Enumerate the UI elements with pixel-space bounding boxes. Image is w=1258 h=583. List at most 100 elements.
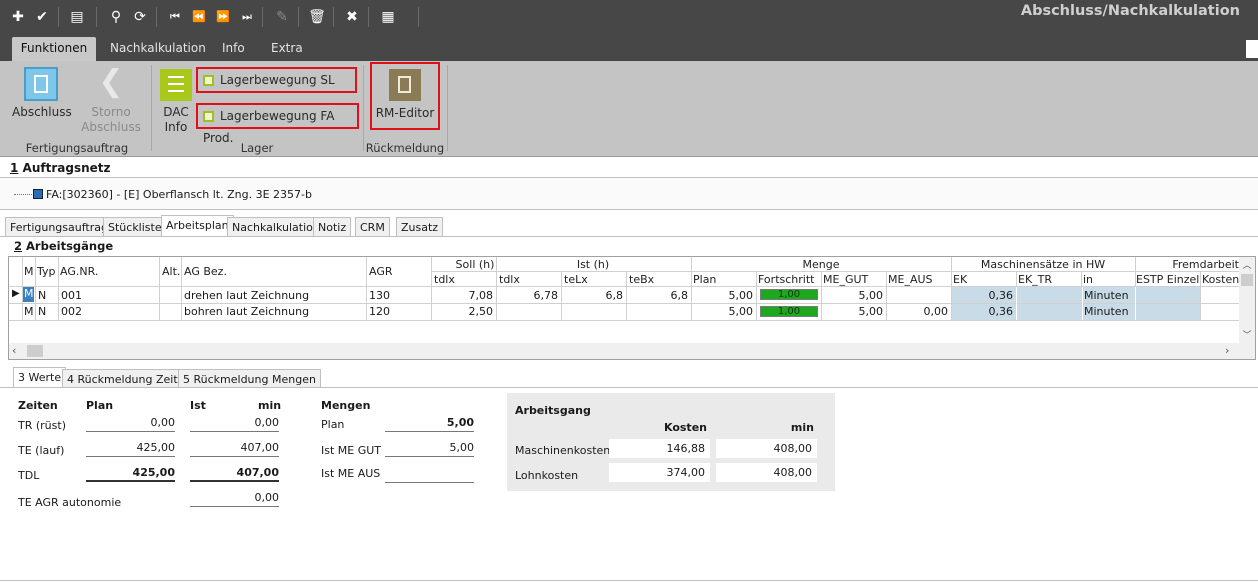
tab-info[interactable]: Info [222,41,245,55]
last-icon[interactable]: ⏭ [238,8,256,26]
cell-soll-tdlx[interactable]: 2,50 [431,305,494,318]
col-header-estp[interactable]: ESTP Einzel [1136,273,1199,286]
cell-agbez[interactable]: drehen laut Zeichnung [184,289,309,302]
divider [0,387,1258,388]
close-icon[interactable]: ✖ [343,8,361,26]
cell-ek[interactable]: 0,36 [951,305,1014,318]
col-header-typ[interactable]: Typ [37,265,56,278]
cell-me-gut[interactable]: 5,00 [821,289,884,302]
header-divider [431,271,1239,272]
cell-agr[interactable]: 120 [369,305,390,318]
scroll-down-icon[interactable]: ﹀ [1239,328,1255,341]
col-header-tebx[interactable]: teBx [629,273,654,286]
lagerbewegung-sl-button[interactable]: Lagerbewegung SL [196,67,357,93]
col-header-alt[interactable]: Alt. [162,265,180,278]
cell-ist-tdlx[interactable]: 6,78 [496,289,559,302]
tab-extra[interactable]: Extra [271,41,303,55]
cell-in[interactable]: Minuten [1084,289,1129,302]
cell-typ[interactable]: N [38,305,46,318]
cell-telx[interactable]: 6,8 [561,289,624,302]
tab-werte[interactable]: 3 Werte [13,367,67,388]
col-header-in[interactable]: in [1083,273,1093,286]
col-header-me-aus[interactable]: ME_AUS [888,273,933,286]
scroll-left-icon[interactable]: ‹ [12,344,16,357]
cell-typ[interactable]: N [38,289,46,302]
col-header-me-gut[interactable]: ME_GUT [823,273,868,286]
storno-label: Storno [91,105,131,119]
col-header-agr[interactable]: AGR [369,265,393,278]
col-header-m[interactable]: M [24,265,34,278]
tab-notiz[interactable]: Notiz [313,217,352,236]
tree-item-fa[interactable]: FA:[302360] - [E] Oberflansch lt. Zng. 3… [46,188,312,201]
rm-editor-button[interactable]: RM-Editor [370,62,440,130]
tab-fertigungsauftrag[interactable]: Fertigungsauftrag [5,217,113,236]
cell-plan[interactable]: 5,00 [691,289,754,302]
tab-nachkalkulation-mid[interactable]: Nachkalkulation [227,217,325,236]
ist-me-gut-label: Ist ME GUT [321,444,382,457]
ribbon-minimize[interactable] [1246,40,1258,58]
search-icon[interactable]: ⚲ [107,8,125,26]
tab-nachkalkulation[interactable]: Nachkalkulation [110,41,206,55]
cell-me-aus[interactable]: 0,00 [886,305,949,318]
cell-agnr[interactable]: 001 [61,289,82,302]
cell-ek[interactable]: 0,36 [951,289,1014,302]
scroll-up-icon[interactable]: ︿ [1239,258,1255,271]
table-row[interactable]: M N 002 bohren laut Zeichnung 120 2,50 5… [9,304,1239,320]
scroll-right-icon[interactable]: › [1225,344,1229,357]
cell-m[interactable]: M [23,287,34,302]
tab-arbeitsplan[interactable]: Arbeitsplan [161,215,234,236]
col-header-fortschritt[interactable]: Fortschritt [758,273,814,286]
scrollbar-thumb[interactable] [1241,274,1253,286]
lagerbewegung-fa-button[interactable]: Lagerbewegung FA Prod. [196,103,359,145]
tab-rueckmeldung-zeiten[interactable]: 4 Rückmeldung Zeiten [62,369,197,388]
col-header-ist-tdlx[interactable]: tdlx [499,273,520,286]
cell-agr[interactable]: 130 [369,289,390,302]
col-header-agbez[interactable]: AG Bez. [184,265,227,278]
edit-icon[interactable]: ✎ [273,8,291,26]
col-header-kosten[interactable]: Kosten [1202,273,1239,286]
grid-icon[interactable]: ▦ [379,8,397,26]
prev-icon[interactable]: ⏪ [190,8,208,26]
te-agr-label: TE AGR autonomie [18,496,122,509]
horizontal-scrollbar[interactable]: ‹ › [9,343,1255,359]
next-icon[interactable]: ⏩ [214,8,232,26]
tab-stueckliste[interactable]: Stückliste [103,217,167,236]
group-header-maschinensaetze: Maschinensätze in HW [980,258,1106,271]
cell-agnr[interactable]: 002 [61,305,82,318]
col-header-soll-tdlx[interactable]: tdlx [434,273,455,286]
fortschritt-progress-bar: 1,00 [760,306,818,317]
group-header-menge: Menge [802,258,840,271]
table-row[interactable]: ▶ M N 001 drehen laut Zeichnung 130 7,08… [9,287,1239,303]
cell-me-gut[interactable]: 5,00 [821,305,884,318]
col-header-ek[interactable]: EK [953,273,967,286]
check-icon[interactable]: ✔ [33,8,51,26]
col-header-ek-tr[interactable]: EK_TR [1018,273,1052,286]
cell-plan[interactable]: 5,00 [691,305,754,318]
add-icon[interactable]: ✚ [9,8,27,26]
scrollbar-thumb[interactable] [27,345,43,357]
print-icon[interactable]: ▤ [68,8,86,26]
cell-soll-tdlx[interactable]: 7,08 [431,289,494,302]
tab-crm[interactable]: CRM [355,217,390,236]
tab-funktionen[interactable]: Funktionen [12,37,96,62]
tab-zusatz[interactable]: Zusatz [396,217,444,236]
cell-m[interactable]: M [24,305,34,318]
tab-rueckmeldung-mengen[interactable]: 5 Rückmeldung Mengen [178,369,321,388]
cell-agbez[interactable]: bohren laut Zeichnung [184,305,309,318]
toolbar-separator [262,7,263,27]
cell-tebx[interactable]: 6,8 [626,289,689,302]
col-header-agnr[interactable]: AG.NR. [60,265,98,278]
group-header-ist: Ist (h) [576,258,610,271]
refresh-icon[interactable]: ⟳ [131,8,149,26]
delete-icon[interactable]: 🗑 [308,8,326,26]
title-bar: ✚ ✔ ▤ ⚲ ⟳ ⏮ ⏪ ⏩ ⏭ ✎ 🗑 ✖ ▦ Abschluss/Nach… [0,0,1258,36]
dac-info-button[interactable]: DAC Info [158,69,194,135]
first-icon[interactable]: ⏮ [166,8,184,26]
abschluss-button[interactable]: Abschluss [12,67,72,120]
vertical-scrollbar[interactable]: ︿ ﹀ [1239,257,1255,343]
cell-in[interactable]: Minuten [1084,305,1129,318]
lohnkosten-label: Lohnkosten [515,469,579,482]
col-header-plan[interactable]: Plan [693,273,716,286]
col-header-telx[interactable]: teLx [564,273,588,286]
storno-abschluss-button[interactable]: ❮ Storno Abschluss [80,67,142,135]
